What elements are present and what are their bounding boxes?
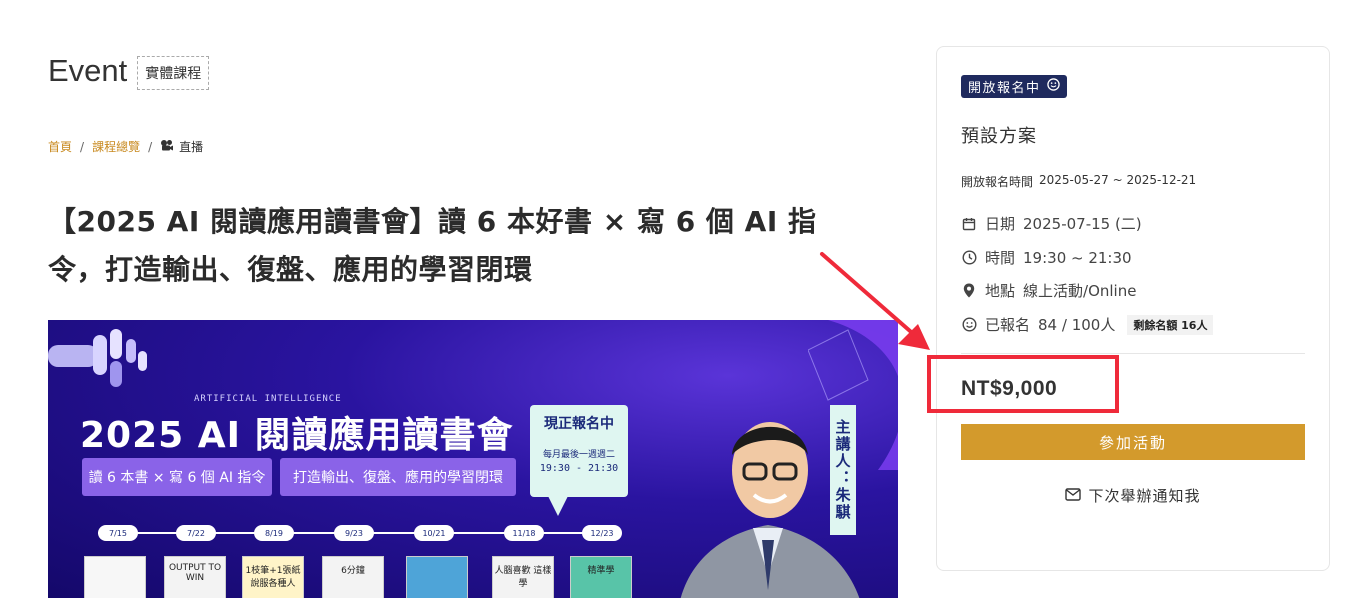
event-time-row: 時間 19:30 ~ 21:30 [961,247,1132,268]
divider [961,353,1305,354]
banner-notice-tail [548,496,568,516]
page-header: Event 實體課程 [48,52,210,90]
banner-speaker-label: 主講人：朱騏 [830,405,856,535]
robot-hand-graphic [48,329,147,387]
event-type-tag: 實體課程 [137,56,210,90]
breadcrumb-courses[interactable]: 課程總覽 [92,138,140,155]
book-cover [406,556,468,598]
timeline-date: 8/19 [254,525,294,541]
date-label: 日期 [985,215,1016,233]
place-label: 地點 [985,282,1016,300]
registration-count-row: 已報名 84 / 100人 剩餘名額 16人 [961,314,1214,335]
timeline-date: 7/15 [98,525,138,541]
book-cover: 1枝筆+1張紙 說服各種人 [242,556,304,598]
banner-heading: 2025 AI 閱讀應用讀書會 [80,415,514,456]
book-cover [84,556,146,598]
banner-pill-loop: 打造輸出、復盤、應用的學習閉環 [280,458,516,496]
breadcrumb-current: 直播 [160,138,203,155]
course-banner-image: ARTIFICIAL INTELLIGENCE 2025 AI 閱讀應用讀書會 … [48,320,898,598]
time-label: 時間 [985,249,1016,267]
registration-period: 開放報名時間 2025-05-27 ~ 2025-12-21 [961,173,1196,190]
event-place-row: 地點 線上活動/Online [961,280,1136,301]
banner-small-caption: ARTIFICIAL INTELLIGENCE [194,394,342,404]
breadcrumb-separator: / [80,139,85,154]
timeline-date: 12/23 [582,525,622,541]
event-date-row: 日期 2025-07-15 (二) [961,213,1142,234]
book-cover: 6分鐘 [322,556,384,598]
timeline-date: 11/18 [504,525,544,541]
banner-notice-title: 現正報名中 [544,416,614,432]
breadcrumb-separator: / [148,139,153,154]
banner-notice-time: 19:30 - 21:30 [539,463,619,474]
breadcrumb-home[interactable]: 首頁 [48,138,72,155]
registration-range: 2025-05-27 ~ 2025-12-21 [1039,173,1197,187]
book-cover: 人腦喜歡 這樣學 [492,556,554,598]
notify-next-event-link[interactable]: 下次舉辦通知我 [961,485,1305,506]
status-badge: 開放報名中 [961,75,1067,98]
book-cover: OUTPUT TO WIN [164,556,226,598]
smile-icon [1046,78,1060,95]
banner-notice-sub: 每月最後一週週二 [542,450,615,460]
date-value: 2025-07-15 (二) [1023,215,1142,233]
banner-notice: 現正報名中 每月最後一週週二 19:30 - 21:30 [530,405,628,497]
notify-label: 下次舉辦通知我 [1088,487,1201,505]
breadcrumb-current-label: 直播 [179,140,204,154]
clock-icon [961,250,977,266]
timeline-date: 7/22 [176,525,216,541]
count-value: 84 / 100人 [1038,316,1116,334]
calendar-icon [961,216,977,232]
count-label: 已報名 [985,316,1031,334]
smile-icon [961,317,977,333]
status-label: 開放報名中 [968,81,1041,96]
book-cover: 精準學 [570,556,632,598]
price-highlight-box [927,355,1119,413]
course-title: 【2025 AI 閱讀應用讀書會】讀 6 本好書 × 寫 6 個 AI 指令，打… [48,205,817,286]
registration-label: 開放報名時間 [961,175,1034,189]
remaining-seats-badge: 剩餘名額 16人 [1127,314,1214,335]
page-title: Event [48,53,128,88]
banner-pill-books: 讀 6 本書 × 寫 6 個 AI 指令 [82,458,272,496]
timeline-date: 10/21 [414,525,454,541]
event-sidebar-card: 開放報名中 預設方案 開放報名時間 2025-05-27 ~ 2025-12-2… [927,46,1330,571]
timeline-date: 9/23 [334,525,374,541]
breadcrumb: 首頁 / 課程總覽 / 直播 [48,138,203,155]
join-event-button[interactable]: 參加活動 [961,424,1305,460]
plan-name: 預設方案 [961,126,1037,147]
mail-icon [1065,487,1082,505]
place-value: 線上活動/Online [1023,282,1137,300]
map-pin-icon [961,283,977,299]
camera-icon [160,139,174,155]
time-value: 19:30 ~ 21:30 [1023,248,1132,267]
